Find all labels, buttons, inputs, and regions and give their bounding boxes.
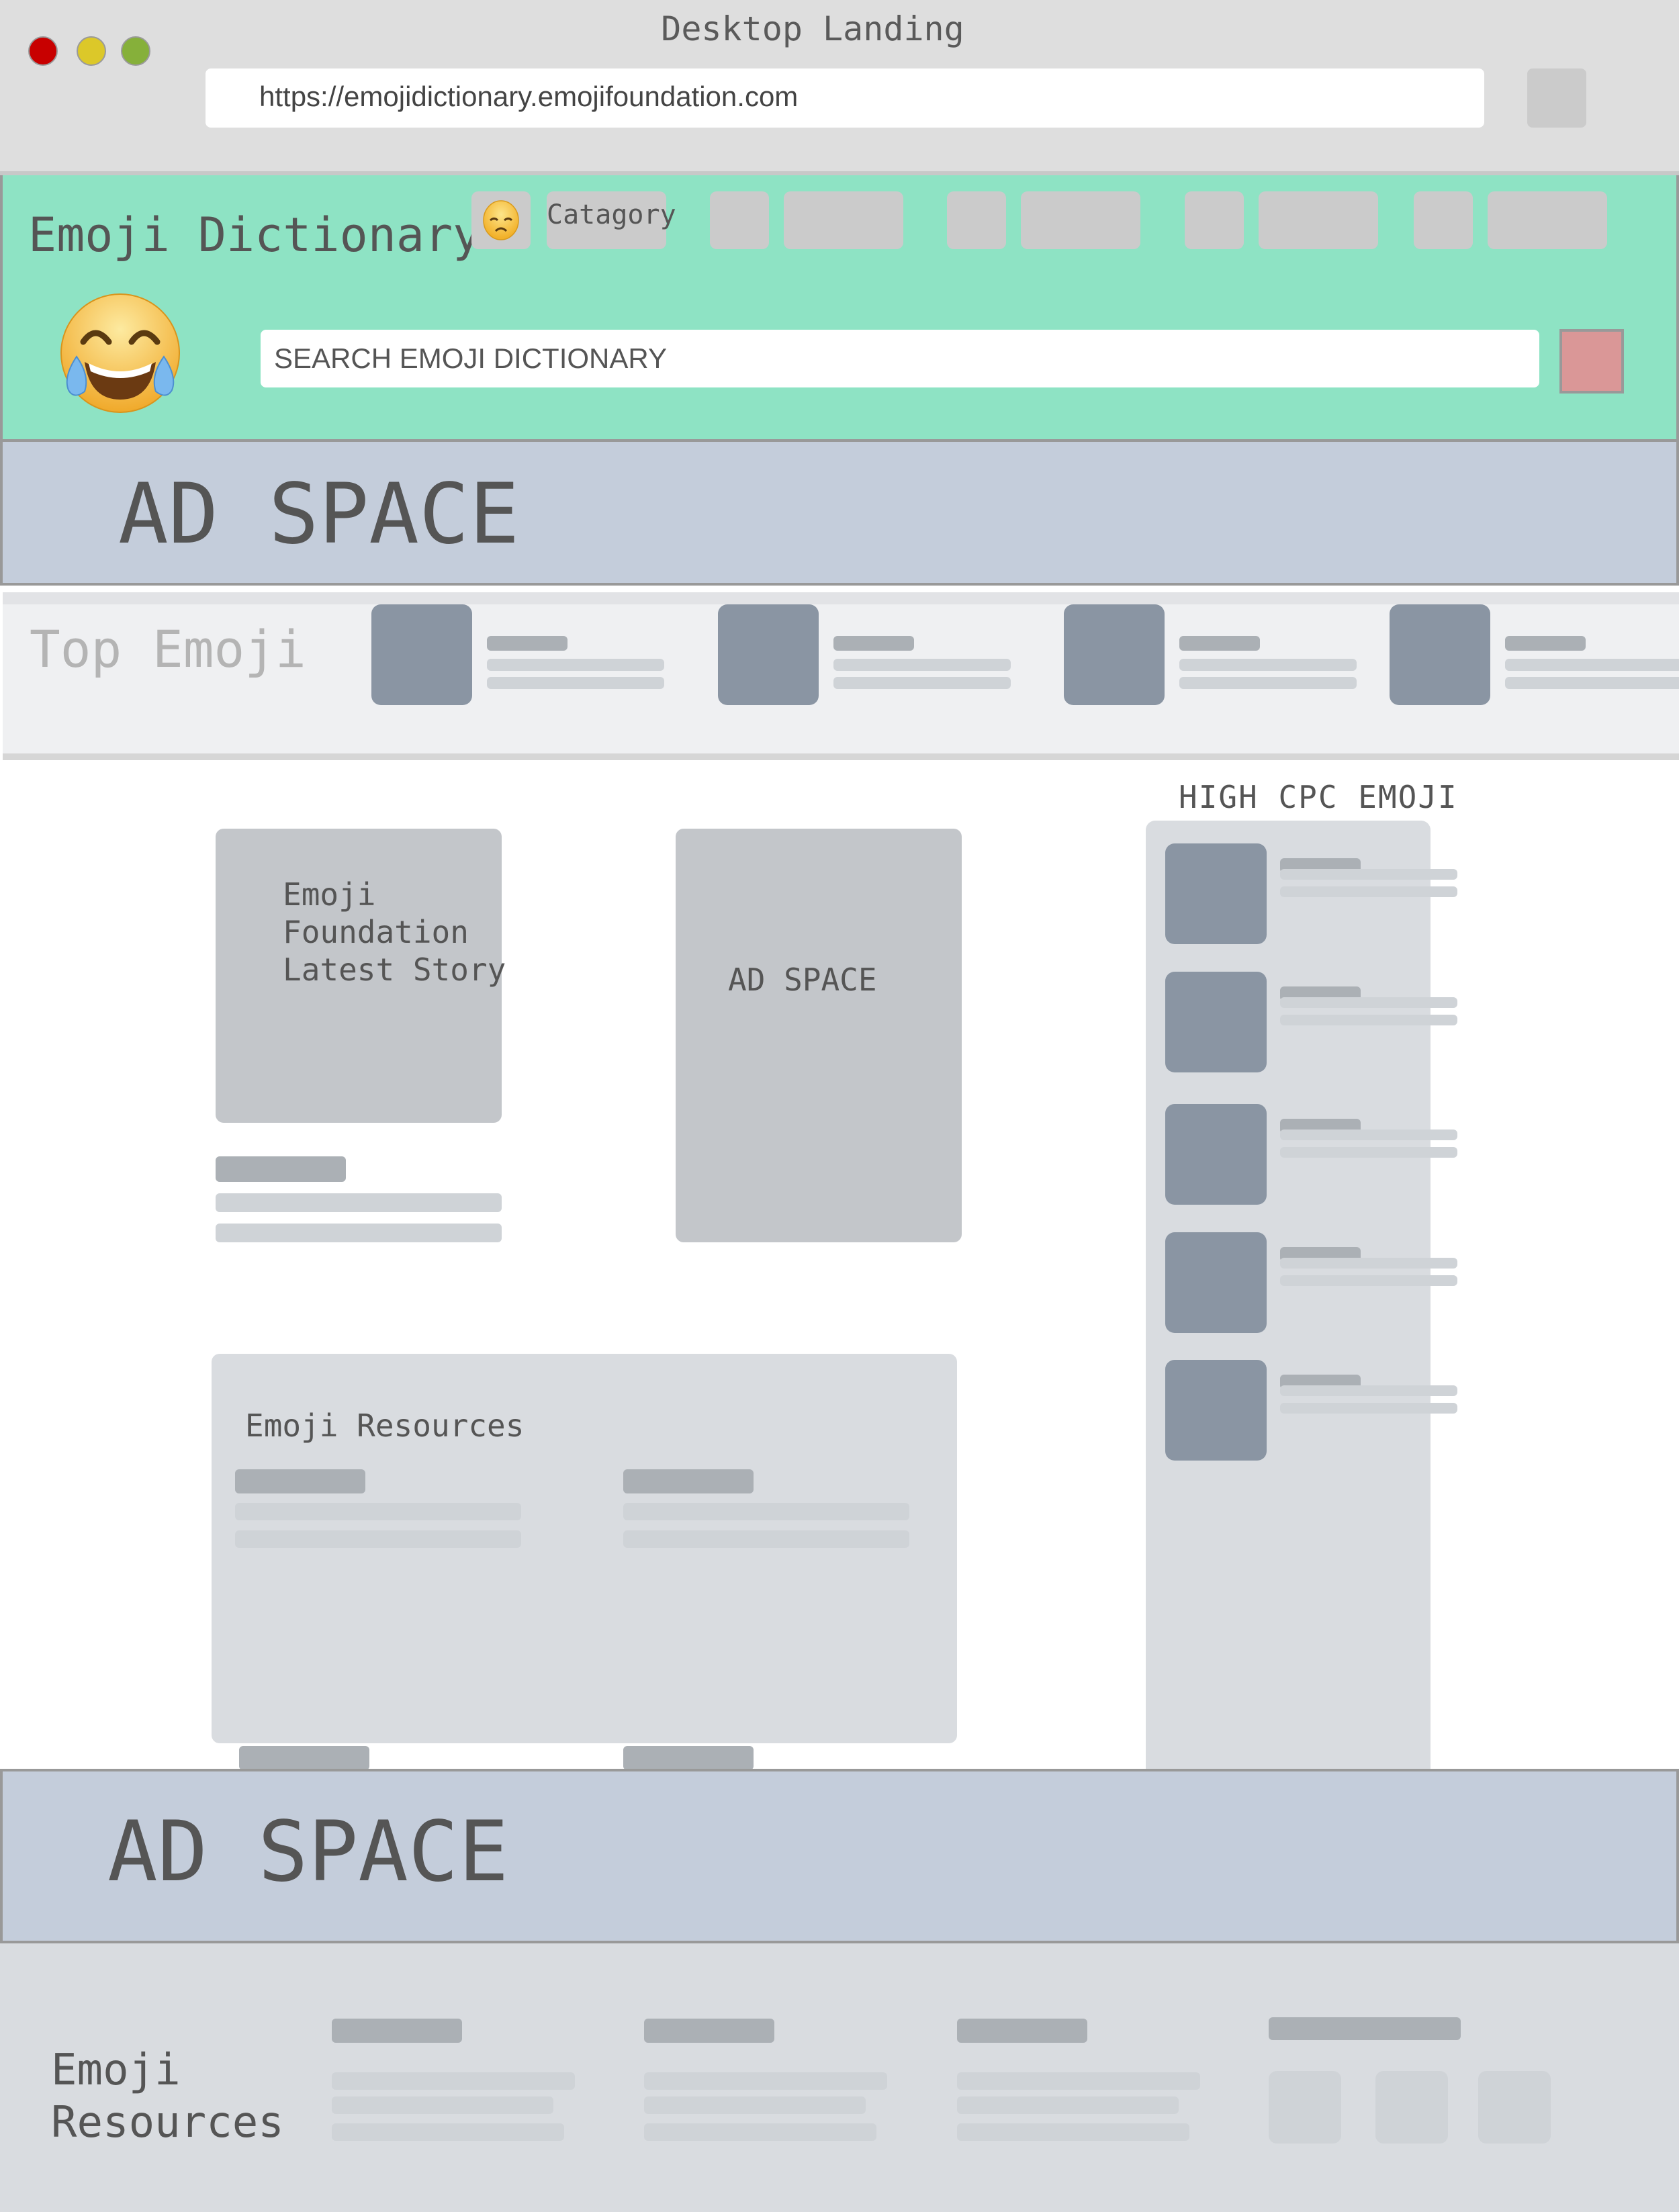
top-emoji-thumbnail[interactable] [1390, 604, 1490, 705]
nav-item-5[interactable] [1488, 191, 1607, 249]
cpc-emoji-text-placeholder [1280, 1385, 1457, 1396]
ad-banner-bottom[interactable]: AD SPACE [0, 1769, 1679, 1943]
story-text-placeholder [216, 1193, 502, 1212]
emoji-resources-card: Emoji Resources [212, 1354, 957, 1825]
cpc-emoji-text-placeholder [1280, 1015, 1457, 1025]
cpc-emoji-text-placeholder [1280, 997, 1457, 1008]
latest-story-title: Emoji Foundation Latest Story [283, 876, 506, 988]
footer-social-heading-placeholder [1269, 2017, 1461, 2040]
resource-text-placeholder [623, 1503, 909, 1520]
url-text: https://emojidictionary.emojifoundation.… [259, 81, 799, 112]
top-emoji-name-placeholder [487, 636, 568, 651]
browser-menu-button[interactable] [1527, 68, 1586, 128]
nav-item-2[interactable] [784, 191, 903, 249]
social-icon[interactable] [1269, 2071, 1341, 2144]
nav-item-2-icon-box[interactable] [710, 191, 769, 249]
cpc-emoji-thumbnail[interactable] [1165, 1232, 1267, 1333]
footer-heading-placeholder[interactable] [957, 2019, 1087, 2043]
footer-link-placeholder[interactable] [644, 2096, 866, 2114]
footer-link-placeholder[interactable] [644, 2123, 876, 2141]
cpc-emoji-text-placeholder [1280, 1258, 1457, 1269]
nav-item-3[interactable] [1021, 191, 1140, 249]
footer-link-placeholder[interactable] [644, 2072, 887, 2090]
site-title[interactable]: Emoji Dictionary [28, 208, 481, 263]
nav-item-4-icon-box[interactable] [1185, 191, 1244, 249]
top-emoji-section: Top Emoji [3, 592, 1679, 760]
nav-item-3-icon-box[interactable] [947, 191, 1006, 249]
story-headline-placeholder [216, 1156, 346, 1182]
ad-label: AD SPACE [118, 466, 520, 563]
top-emoji-text-placeholder [833, 677, 1011, 689]
top-emoji-text-placeholder [1179, 677, 1357, 689]
nav-item-1-icon-box[interactable] [471, 191, 531, 249]
cpc-emoji-text-placeholder [1280, 1147, 1457, 1158]
cpc-emoji-text-placeholder [1280, 1130, 1457, 1140]
footer-link-placeholder[interactable] [332, 2072, 575, 2090]
nav-item-5-icon-box[interactable] [1414, 191, 1473, 249]
ad-label: AD SPACE [728, 962, 877, 998]
resource-heading-placeholder[interactable] [239, 1746, 369, 1770]
resources-title: Emoji Resources [245, 1408, 525, 1444]
nav-item-4[interactable] [1259, 191, 1378, 249]
top-emoji-text-placeholder [1505, 659, 1679, 671]
cpc-emoji-text-placeholder [1280, 886, 1457, 897]
window-title: Desktop Landing [661, 9, 964, 48]
section-title: Top Emoji [30, 619, 306, 679]
top-emoji-text-placeholder [1505, 677, 1679, 689]
footer-title: Emoji Resources [51, 2045, 284, 2148]
footer: Emoji Resources [0, 1943, 1679, 2212]
footer-heading-placeholder[interactable] [332, 2019, 462, 2043]
cpc-emoji-text-placeholder [1280, 1275, 1457, 1286]
top-emoji-name-placeholder [1179, 636, 1260, 651]
resource-heading-placeholder[interactable] [623, 1746, 754, 1770]
top-emoji-name-placeholder [833, 636, 914, 651]
face-with-tears-of-joy-icon [60, 293, 180, 413]
top-emoji-thumbnail[interactable] [718, 604, 819, 705]
social-icon[interactable] [1375, 2071, 1448, 2144]
resource-heading-placeholder[interactable] [623, 1469, 754, 1493]
top-emoji-thumbnail[interactable] [1064, 604, 1165, 705]
resource-heading-placeholder[interactable] [235, 1469, 365, 1493]
footer-link-placeholder[interactable] [957, 2123, 1189, 2141]
ad-banner-top[interactable]: AD SPACE [0, 439, 1679, 586]
top-emoji-text-placeholder [487, 659, 664, 671]
cpc-emoji-thumbnail[interactable] [1165, 1104, 1267, 1205]
cpc-emoji-thumbnail[interactable] [1165, 972, 1267, 1072]
top-emoji-text-placeholder [1179, 659, 1357, 671]
browser-chrome: Desktop Landing https://emojidictionary.… [0, 0, 1679, 175]
footer-link-placeholder[interactable] [332, 2096, 553, 2114]
social-icon[interactable] [1478, 2071, 1551, 2144]
top-emoji-name-placeholder [1505, 636, 1586, 651]
top-emoji-text-placeholder [487, 677, 664, 689]
nav-item-category[interactable]: Catagory [547, 191, 676, 249]
resource-text-placeholder [235, 1503, 521, 1520]
cpc-emoji-text-placeholder [1280, 869, 1457, 880]
story-text-placeholder [216, 1224, 502, 1242]
address-bar[interactable]: https://emojidictionary.emojifoundation.… [206, 68, 1484, 128]
footer-link-placeholder[interactable] [957, 2096, 1179, 2114]
cpc-emoji-text-placeholder [1280, 1403, 1457, 1414]
nav-item-label: Catagory [547, 199, 676, 230]
resource-text-placeholder [623, 1530, 909, 1548]
ad-space-tall[interactable]: AD SPACE [676, 829, 962, 1242]
footer-link-placeholder[interactable] [332, 2123, 564, 2141]
search-input[interactable] [261, 330, 1539, 387]
top-emoji-text-placeholder [833, 659, 1011, 671]
cpc-emoji-thumbnail[interactable] [1165, 843, 1267, 944]
search-button[interactable] [1559, 329, 1624, 394]
resource-text-placeholder [235, 1530, 521, 1548]
disappointed-face-icon [483, 200, 519, 240]
latest-story-card[interactable]: Emoji Foundation Latest Story [216, 829, 506, 1123]
cpc-emoji-thumbnail[interactable] [1165, 1360, 1267, 1461]
ad-label: AD SPACE [107, 1804, 509, 1900]
high-cpc-title: HIGH CPC EMOJI [1179, 779, 1458, 815]
footer-heading-placeholder[interactable] [644, 2019, 774, 2043]
footer-link-placeholder[interactable] [957, 2072, 1200, 2090]
top-emoji-thumbnail[interactable] [371, 604, 472, 705]
site-header: Emoji Dictionary Catagory [0, 175, 1679, 439]
